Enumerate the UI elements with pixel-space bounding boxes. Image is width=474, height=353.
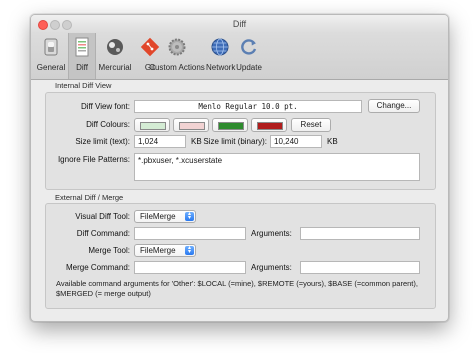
mercurial-icon	[107, 39, 123, 55]
globe-icon	[211, 38, 229, 56]
diff-document-icon	[75, 37, 89, 57]
size-limit-binary-field[interactable]: 10,240	[270, 135, 322, 148]
size-limit-text-unit: KB	[191, 137, 202, 146]
merge-tool-label: Merge Tool:	[88, 246, 130, 255]
tab-update[interactable]: Update	[235, 33, 263, 79]
change-font-button[interactable]: Change...	[368, 99, 420, 113]
ignore-patterns-label: Ignore File Patterns:	[57, 155, 130, 164]
tab-network-label: Network	[206, 63, 236, 72]
merge-arguments-label: Arguments:	[251, 263, 292, 272]
command-arguments-help: Available command arguments for 'Other':…	[56, 279, 418, 298]
gear-icon	[168, 38, 186, 56]
chevron-updown-icon: ▴ ▾	[185, 245, 194, 255]
visual-diff-tool-select[interactable]: FileMerge ▴ ▾	[134, 210, 196, 223]
colour-added-light-well[interactable]	[134, 118, 170, 132]
merge-command-label: Merge Command:	[65, 263, 130, 272]
colour-removed-light-well[interactable]	[173, 118, 209, 132]
diff-font-field: Menlo Regular 10.0 pt.	[134, 100, 362, 113]
tab-network[interactable]: Network	[206, 33, 236, 79]
colour-removed-dark-well[interactable]	[251, 118, 287, 132]
refresh-icon	[241, 39, 257, 55]
colour-added-dark-well[interactable]	[212, 118, 248, 132]
tab-diff[interactable]: Diff	[68, 33, 96, 79]
colour-swatch	[257, 122, 283, 130]
title-bar: Diff	[31, 15, 448, 33]
tab-mercurial[interactable]: Mercurial	[95, 33, 135, 79]
tab-custom-actions-label: Custom Actions	[149, 63, 205, 72]
external-diff-section-title: External Diff / Merge	[55, 193, 124, 202]
tab-general[interactable]: General	[36, 33, 66, 79]
size-limit-binary-label: Size limit (binary):	[203, 137, 267, 146]
diff-colours-label: Diff Colours:	[86, 120, 130, 129]
tab-mercurial-label: Mercurial	[98, 63, 132, 72]
internal-diff-group: Diff View font: Menlo Regular 10.0 pt. C…	[45, 92, 436, 190]
window-title: Diff	[232, 19, 247, 29]
switch-icon	[44, 38, 58, 56]
diff-font-label: Diff View font:	[80, 102, 130, 111]
merge-arguments-field[interactable]	[300, 261, 420, 274]
size-limit-text-field[interactable]: 1,024	[134, 135, 186, 148]
visual-diff-tool-label: Visual Diff Tool:	[75, 212, 130, 221]
ignore-patterns-field[interactable]: *.pbxuser, *.xcuserstate	[134, 153, 420, 181]
diff-arguments-field[interactable]	[300, 227, 420, 240]
preferences-toolbar: General Diff Mercurial Git Custom Action…	[31, 33, 448, 80]
tab-general-label: General	[36, 63, 66, 72]
diff-arguments-label: Arguments:	[251, 229, 292, 238]
merge-command-field[interactable]	[134, 261, 246, 274]
size-limit-text-label: Size limit (text):	[75, 137, 130, 146]
tab-update-label: Update	[236, 63, 262, 72]
preferences-window: Diff General Diff Mercurial Git Custom A…	[30, 14, 449, 322]
merge-tool-select[interactable]: FileMerge ▴ ▾	[134, 244, 196, 257]
visual-diff-tool-value: FileMerge	[140, 212, 176, 221]
reset-colours-button[interactable]: Reset	[291, 118, 331, 132]
tab-custom-actions[interactable]: Custom Actions	[147, 33, 207, 79]
colour-swatch	[218, 122, 244, 130]
diff-command-field[interactable]	[134, 227, 246, 240]
colour-swatch	[140, 122, 166, 130]
merge-tool-value: FileMerge	[140, 246, 176, 255]
diff-command-label: Diff Command:	[76, 229, 130, 238]
external-diff-group: Visual Diff Tool: FileMerge ▴ ▾ Diff Comm…	[45, 203, 436, 309]
colour-swatch	[179, 122, 205, 130]
internal-diff-section-title: Internal Diff View	[55, 81, 112, 90]
tab-diff-label: Diff	[76, 63, 88, 72]
size-limit-binary-unit: KB	[327, 137, 338, 146]
chevron-updown-icon: ▴ ▾	[185, 211, 194, 221]
